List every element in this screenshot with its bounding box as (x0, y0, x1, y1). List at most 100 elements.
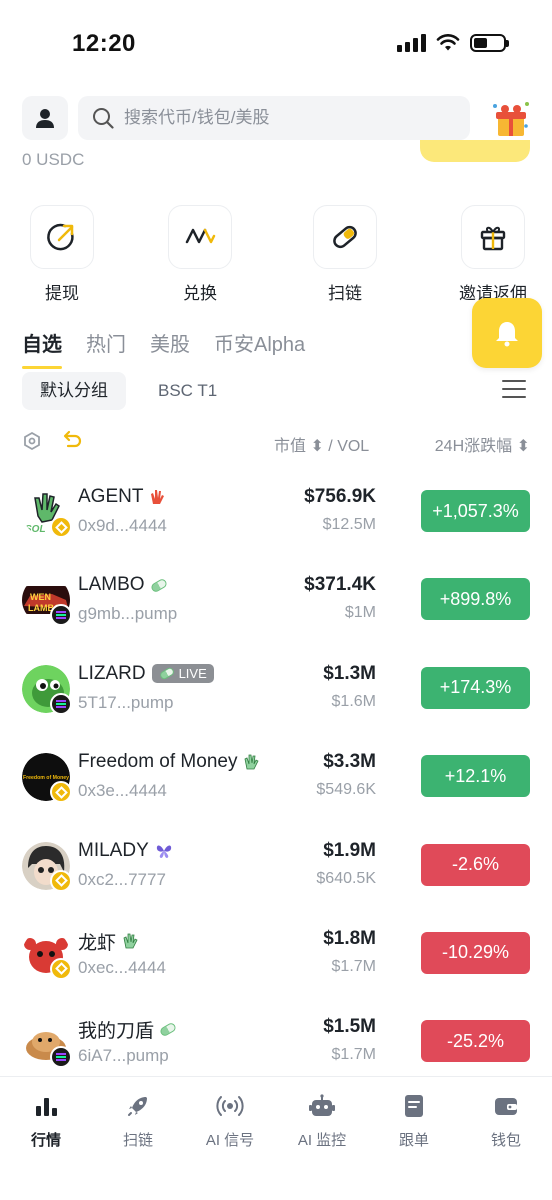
volume: $549.6K (316, 781, 376, 799)
token-list: SOL AGENT 0x9d...4444 $756.9K $12.5M +1,… (0, 472, 552, 1091)
market-cap: $371.4K (304, 574, 376, 596)
bsc-chain-icon (50, 957, 72, 980)
token-row[interactable]: SOL AGENT 0x9d...4444 $756.9K $12.5M +1,… (0, 472, 552, 560)
token-row[interactable]: LIZARD LIVE 5T17...pump $1.3M $1.6M +174… (0, 649, 552, 737)
wifi-icon (436, 34, 460, 51)
status-icons (397, 34, 509, 52)
volume: $12.5M (322, 516, 376, 533)
cellular-signal-icon (397, 34, 426, 52)
nav-ai-monitor[interactable]: AI 监控 (276, 1091, 368, 1150)
swap-label: 兑换 (183, 284, 217, 303)
quick-actions: 提现 兑换 扫链 邀请返佣 (0, 205, 552, 315)
svg-text:SOL: SOL (25, 524, 46, 535)
nav-wallet[interactable]: 钱包 (460, 1091, 552, 1150)
volume: $1.7M (331, 957, 376, 975)
battery-icon (470, 34, 509, 52)
change-badge: +899.8% (421, 578, 530, 621)
gift-icon (480, 226, 506, 251)
nav-market[interactable]: 行情 (0, 1091, 92, 1150)
change-badge: -10.29% (421, 931, 530, 974)
volume: $1.7M (331, 1046, 376, 1064)
token-logo-lobster (22, 929, 72, 980)
change-badge: +12.1% (421, 755, 530, 798)
watchlist-groups: 默认分组 BSC T1 (22, 372, 235, 410)
market-cap: $756.9K (304, 486, 376, 507)
volume: $1.6M (331, 692, 376, 710)
menu-icon[interactable] (502, 380, 526, 400)
tab-watchlist[interactable]: 自选 (22, 328, 62, 369)
nav-copy-trade-label: 跟单 (398, 1132, 429, 1149)
invite-box (461, 205, 525, 269)
notification-bell-button[interactable] (472, 298, 542, 368)
bsc-chain-icon (50, 516, 72, 538)
scan-chain-box (313, 205, 377, 269)
search-bar[interactable] (78, 96, 470, 140)
token-logo-lizard (22, 664, 72, 715)
document-icon (405, 1095, 423, 1117)
token-name-wrap: LAMBO (78, 574, 168, 596)
waving-hand-icon (151, 490, 165, 504)
broadcast-signal-icon (216, 1096, 244, 1116)
sort-mcap-vol[interactable]: 市值 ⬍ / VOL (274, 432, 369, 456)
token-name-wrap: 龙虾 (78, 928, 138, 955)
token-row[interactable]: 龙虾 0xec...4444 $1.8M $1.7M -10.29% (0, 914, 552, 1002)
live-badge-text: LIVE (178, 666, 207, 682)
token-row[interactable]: MILADY 0xc2...7777 $1.9M $640.5K -2.6% (0, 826, 552, 914)
undo-icon[interactable] (60, 430, 82, 450)
search-input[interactable] (124, 108, 424, 128)
live-badge: LIVE (151, 664, 214, 684)
group-default[interactable]: 默认分组 (22, 372, 126, 410)
wallet-icon (495, 1098, 517, 1115)
market-cap: $1.8M (323, 927, 376, 949)
token-name-wrap: Freedom of Money (78, 751, 260, 773)
tab-us-stocks[interactable]: 美股 (150, 328, 190, 369)
change-badge: -25.2% (421, 1020, 530, 1063)
withdraw-button[interactable]: 提现 (17, 205, 107, 304)
token-address: g9mb...pump (78, 604, 178, 624)
profile-button[interactable] (22, 96, 68, 140)
change-badge: -2.6% (421, 843, 530, 886)
bottom-nav: 行情 扫链 AI 信号 AI 监控 跟单 钱包 (0, 1076, 552, 1200)
tab-hot[interactable]: 热门 (86, 328, 126, 369)
hexagon-settings-icon[interactable] (22, 431, 42, 451)
status-bar: 12:20 (0, 0, 552, 90)
sort-24h-change[interactable]: 24H涨跌幅 ⬍ (435, 432, 530, 456)
token-name: LIZARD (78, 662, 146, 684)
invite-rebate-button[interactable]: 邀请返佣 (448, 205, 538, 304)
token-logo-dao-dun (22, 1018, 72, 1069)
market-cap: $3.3M (323, 751, 376, 773)
token-address: 0x9d...4444 (78, 516, 167, 535)
tab-binance-alpha[interactable]: 币安Alpha (214, 328, 305, 369)
token-name-wrap: LIZARD LIVE (78, 663, 214, 685)
pill-icon (149, 577, 168, 594)
scan-chain-button[interactable]: 扫链 (300, 205, 390, 304)
token-logo-milady (22, 841, 72, 892)
market-tabs: 自选 热门 美股 币安Alpha (22, 328, 305, 369)
scan-chain-label: 扫链 (328, 284, 362, 303)
token-row[interactable]: Freedom of Money Freedom of Money 0x3e..… (0, 737, 552, 825)
rocket-icon (128, 1097, 147, 1116)
token-name-wrap: AGENT (78, 486, 165, 508)
nav-ai-monitor-label: AI 监控 (297, 1132, 347, 1149)
waving-hand-icon (123, 934, 138, 949)
withdraw-icon (47, 223, 74, 251)
nav-ai-signal[interactable]: AI 信号 (184, 1091, 276, 1150)
change-badge: +174.3% (421, 666, 530, 709)
market-cap: $1.5M (323, 1016, 376, 1038)
nav-copy-trade[interactable]: 跟单 (368, 1091, 460, 1150)
promo-gift-icon[interactable] (490, 100, 532, 138)
token-row[interactable]: WEN LAMBO LAMBO g9mb...pump $371.4K $1M … (0, 560, 552, 648)
bar-chart-icon (36, 1098, 57, 1116)
status-time: 12:20 (72, 30, 136, 57)
token-name: AGENT (78, 486, 144, 507)
balance-text: 0 USDC (22, 150, 85, 169)
token-name: Freedom of Money (78, 751, 238, 773)
token-name: 我的刀盾 (78, 1021, 155, 1043)
swap-box (168, 205, 232, 269)
butterfly-icon (156, 845, 171, 858)
withdraw-box (30, 205, 94, 269)
nav-scan-chain[interactable]: 扫链 (92, 1091, 184, 1150)
swap-button[interactable]: 兑换 (155, 205, 245, 304)
user-icon (36, 109, 54, 128)
group-bsc-t1[interactable]: BSC T1 (140, 372, 235, 410)
